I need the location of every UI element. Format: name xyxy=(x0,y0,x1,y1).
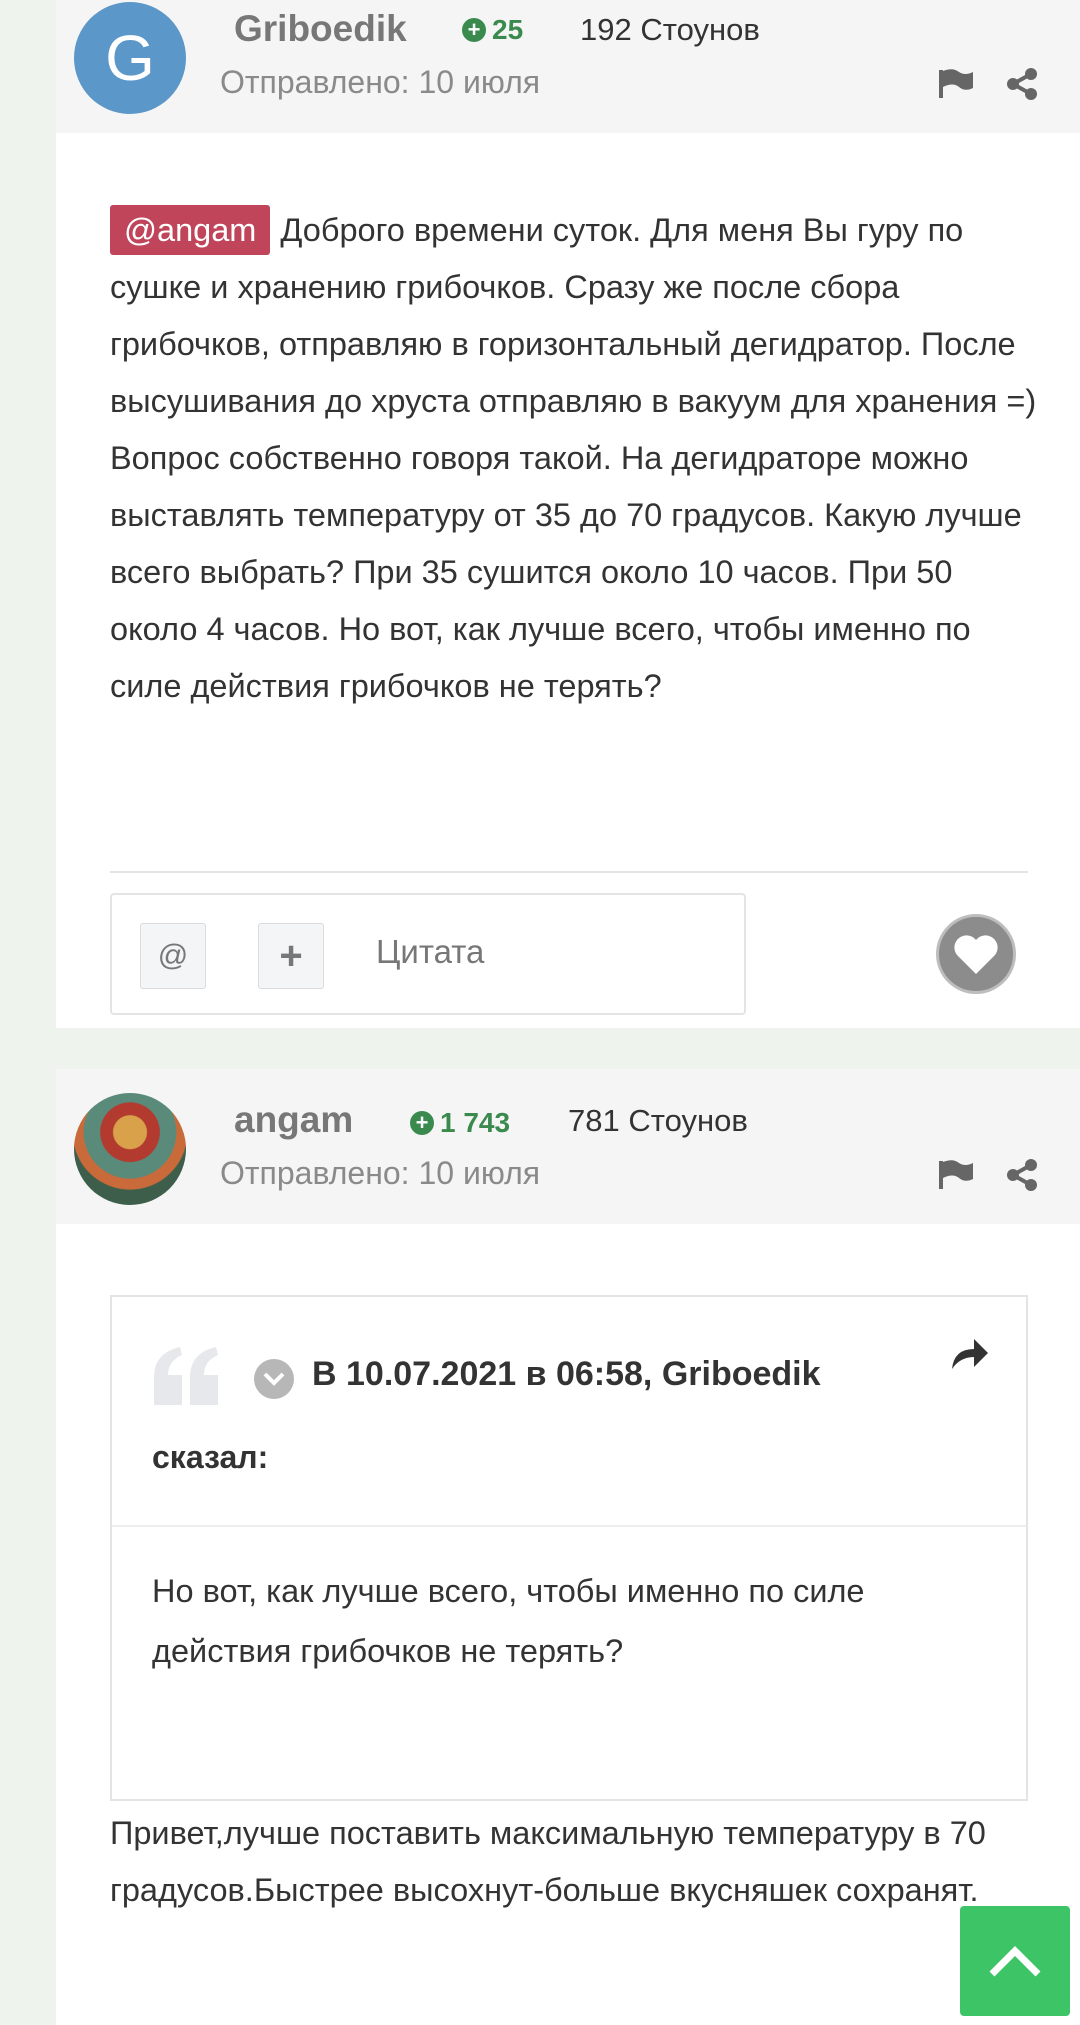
flag-icon[interactable] xyxy=(936,1155,976,1195)
post-text: Доброго времени суток. Для меня Вы гуру … xyxy=(110,212,1037,704)
stones-count: 192 Стоунов xyxy=(580,12,760,47)
share-icon[interactable] xyxy=(1002,64,1042,104)
stones-count: 781 Стоунов xyxy=(568,1103,748,1138)
quote-date: В 10.07.2021 в 06:58, xyxy=(312,1355,653,1393)
avatar[interactable]: G xyxy=(74,2,186,114)
quote-text: Но вот, как лучше всего, чтобы именно по… xyxy=(152,1573,865,1669)
like-button[interactable] xyxy=(936,914,1016,994)
quote-title: В 10.07.2021 в 06:58, Griboedik xyxy=(312,1355,821,1394)
plus-icon: + xyxy=(279,933,303,978)
reply-text: Привет,лучше поставить максимальную темп… xyxy=(110,1815,986,1908)
share-icon[interactable] xyxy=(1002,1155,1042,1195)
quote-said: сказал: xyxy=(152,1439,269,1475)
plus-circle-icon: + xyxy=(410,1111,434,1135)
post-griboedik: G Griboedik + 25 192 Стоунов Отправлено:… xyxy=(56,0,1080,1028)
post-body: @angam Доброго времени суток. Для меня Вы… xyxy=(110,202,1040,715)
quote-mark-icon xyxy=(154,1347,218,1405)
at-icon: @ xyxy=(157,939,189,972)
sent-date: Отправлено: 10 июля xyxy=(220,1155,541,1191)
quote-button[interactable]: Цитата xyxy=(376,933,484,971)
divider xyxy=(110,871,1028,873)
post-header: G Griboedik + 25 192 Стоунов Отправлено:… xyxy=(56,0,1080,133)
add-button[interactable]: + xyxy=(258,923,324,989)
quote-author[interactable]: Griboedik xyxy=(662,1355,821,1393)
mention-button[interactable]: @ xyxy=(140,923,206,989)
quote-block: В 10.07.2021 в 06:58, Griboedik сказал: … xyxy=(110,1295,1028,1801)
flag-icon[interactable] xyxy=(936,64,976,104)
reputation-badge: + 25 xyxy=(462,14,523,46)
plus-circle-icon: + xyxy=(462,18,486,42)
arrow-up-icon xyxy=(989,1946,1041,1977)
heart-icon xyxy=(954,935,998,974)
forward-icon[interactable] xyxy=(950,1337,990,1371)
post-angam: angam + 1 743 781 Стоунов Отправлено: 10… xyxy=(56,1069,1080,2025)
mention-tag[interactable]: @angam xyxy=(110,205,271,255)
avatar[interactable] xyxy=(74,1093,186,1205)
chevron-down-icon[interactable] xyxy=(254,1359,294,1399)
left-stripe xyxy=(0,0,56,2025)
post-header: angam + 1 743 781 Стоунов Отправлено: 10… xyxy=(56,1069,1080,1224)
sent-date: Отправлено: 10 июля xyxy=(220,64,541,100)
reputation-value: 25 xyxy=(492,14,524,45)
reputation-badge: + 1 743 xyxy=(410,1107,510,1139)
author-name[interactable]: Griboedik xyxy=(234,8,407,50)
post-toolbar: @ + Цитата xyxy=(110,893,746,1015)
reputation-value: 1 743 xyxy=(440,1107,511,1138)
scroll-to-top-button[interactable] xyxy=(960,1906,1070,2016)
quote-header: В 10.07.2021 в 06:58, Griboedik сказал: xyxy=(112,1297,1026,1527)
author-name[interactable]: angam xyxy=(234,1099,353,1141)
avatar-letter: G xyxy=(105,22,155,94)
